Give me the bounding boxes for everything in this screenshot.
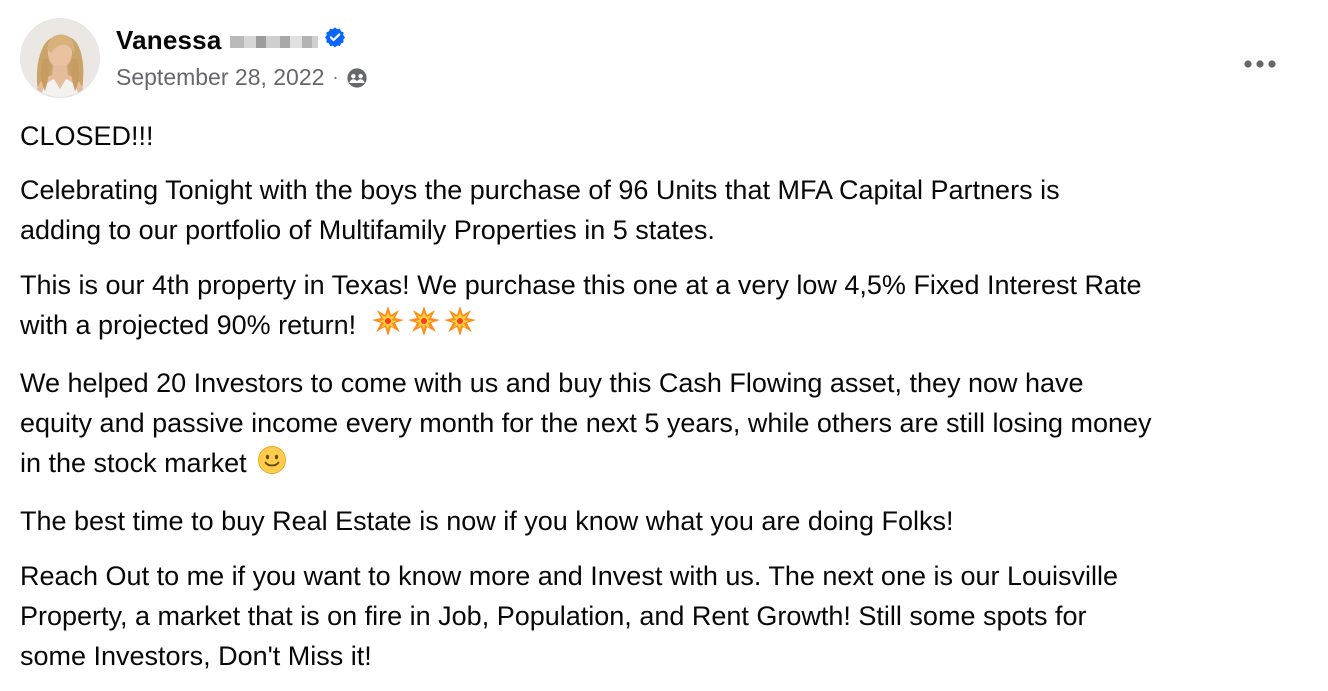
- post-paragraph-text: This is our 4th property in Texas! We pu…: [20, 270, 1142, 340]
- post-paragraph: Reach Out to me if you want to know more…: [20, 560, 1119, 671]
- friends-audience-icon[interactable]: [346, 67, 368, 89]
- post-header: Vanessa September 28, 2022 ·: [20, 18, 1310, 98]
- post-paragraph-text: We helped 20 Investors to come with us a…: [20, 368, 1152, 479]
- author-name[interactable]: Vanessa: [116, 25, 222, 56]
- post-meta: September 28, 2022 ·: [116, 64, 368, 91]
- more-options-icon: [1244, 60, 1276, 68]
- post-paragraph: CLOSED!!!: [20, 121, 154, 151]
- slightly-smiling-face-emoji: [257, 445, 287, 486]
- more-options-button[interactable]: [1240, 44, 1280, 84]
- author-avatar[interactable]: [20, 18, 100, 98]
- post-paragraph: This is our 4th property in Texas! We pu…: [20, 265, 1320, 348]
- meta-separator: ·: [332, 67, 339, 87]
- post-body: CLOSED!!! Celebrating Tonight with the b…: [20, 116, 1320, 691]
- verified-badge-icon: [324, 27, 345, 48]
- post-paragraph: We helped 20 Investors to come with us a…: [20, 363, 1320, 485]
- redacted-surname: [229, 32, 318, 52]
- author-name-row: Vanessa: [116, 20, 346, 60]
- facebook-post: Vanessa September 28, 2022 · CLOSED!!! C…: [0, 0, 1328, 676]
- post-paragraph: Celebrating Tonight with the boys the pu…: [20, 175, 1060, 245]
- post-paragraph: The best time to buy Real Estate is now …: [20, 505, 954, 536]
- collision-emoji-group: [372, 305, 480, 348]
- post-date[interactable]: September 28, 2022: [116, 64, 324, 91]
